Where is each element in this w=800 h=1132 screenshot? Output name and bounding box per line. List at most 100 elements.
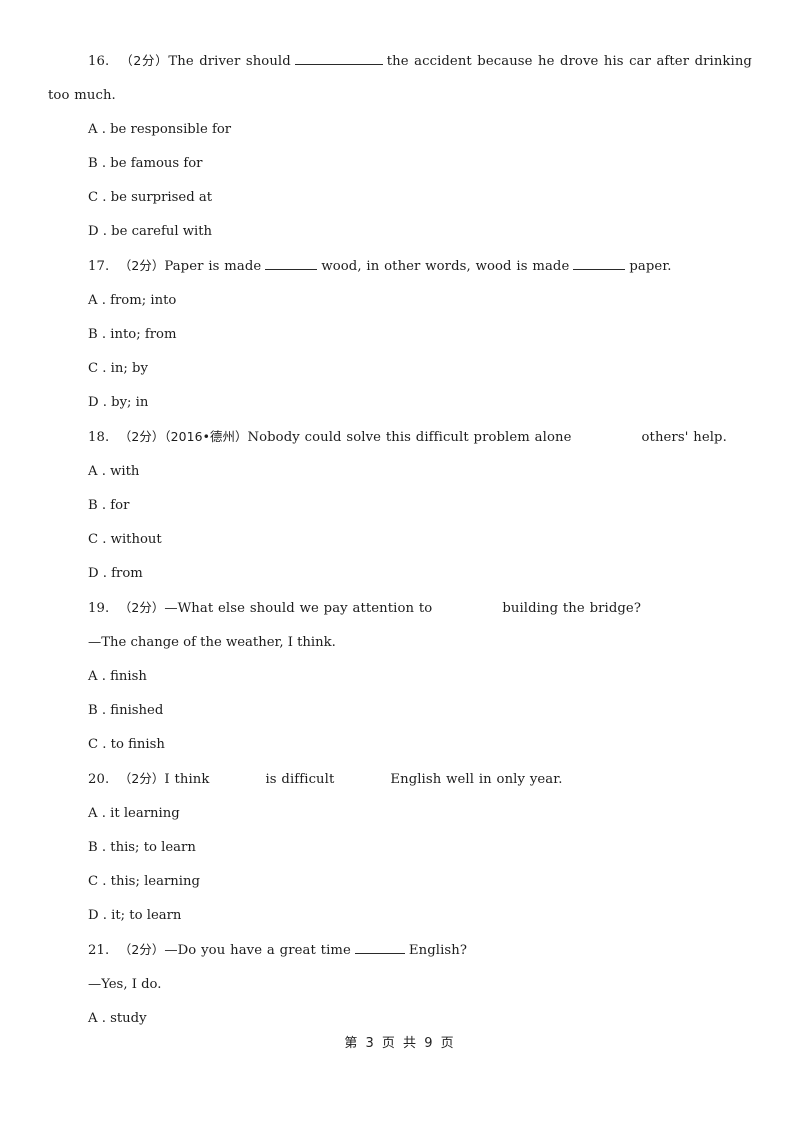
page-footer: 第 3 页 共 9 页 bbox=[344, 1036, 456, 1051]
question-17-blank-2 bbox=[573, 258, 626, 270]
question-18-stem-before: Nobody could solve this difficult proble… bbox=[247, 430, 572, 445]
question-17-number: 17. bbox=[88, 259, 110, 274]
question-20-number: 20. bbox=[88, 772, 110, 787]
option-letter: D bbox=[88, 224, 99, 239]
option-letter: C bbox=[88, 874, 99, 889]
question-21-stem: 21. （2分）—Do you have a great time English… bbox=[48, 933, 752, 968]
question-17-option-d[interactable]: D . by; in bbox=[48, 386, 752, 420]
option-letter: B bbox=[88, 156, 98, 171]
option-text: without bbox=[110, 532, 162, 547]
question-21-stem-after: English? bbox=[408, 943, 468, 958]
question-17: 17. （2分）Paper is made wood, in other word… bbox=[48, 249, 752, 420]
option-text: this; learning bbox=[110, 874, 200, 889]
question-20-stem-part1: I think bbox=[164, 772, 210, 787]
option-text: to finish bbox=[110, 737, 165, 752]
question-17-stem-part3: paper. bbox=[629, 259, 672, 274]
question-18-source: （2016•德州） bbox=[164, 429, 248, 444]
question-20-score: （2分） bbox=[118, 771, 165, 786]
option-text: from; into bbox=[110, 293, 177, 308]
option-text: by; in bbox=[111, 395, 149, 410]
question-19-option-b[interactable]: B . finished bbox=[48, 694, 752, 728]
question-17-blank-1 bbox=[265, 258, 318, 270]
question-20-option-a[interactable]: A . it learning bbox=[48, 797, 752, 831]
option-text: from bbox=[111, 566, 143, 581]
question-19-option-a[interactable]: A . finish bbox=[48, 660, 752, 694]
option-letter: A bbox=[88, 122, 98, 137]
question-18-score: （2分） bbox=[118, 429, 165, 444]
question-20: 20. （2分）I think is difficult English well … bbox=[48, 762, 752, 933]
question-18-option-a[interactable]: A . with bbox=[48, 455, 752, 489]
option-text: be careful with bbox=[111, 224, 213, 239]
question-16: 16. （2分）The driver should the accident be… bbox=[48, 44, 752, 249]
question-21-option-a[interactable]: A . study bbox=[48, 1002, 752, 1036]
question-list: 16. （2分）The driver should the accident be… bbox=[48, 44, 752, 1036]
question-16-stem-before: The driver should bbox=[168, 54, 291, 69]
question-20-option-b[interactable]: B . this; to learn bbox=[48, 831, 752, 865]
question-18-option-d[interactable]: D . from bbox=[48, 557, 752, 591]
question-16-number: 16. bbox=[88, 54, 110, 69]
option-text: study bbox=[110, 1011, 147, 1026]
question-18: 18. （2分）（2016•德州）Nobody could solve this… bbox=[48, 420, 752, 591]
question-18-stem: 18. （2分）（2016•德州）Nobody could solve this… bbox=[48, 420, 752, 455]
question-16-option-d[interactable]: D . be careful with bbox=[48, 215, 752, 249]
question-19-reply: —The change of the weather, I think. bbox=[88, 635, 336, 650]
question-17-option-c[interactable]: C . in; by bbox=[48, 352, 752, 386]
option-text: be responsible for bbox=[110, 122, 232, 137]
question-18-number: 18. bbox=[88, 430, 110, 445]
question-21-number: 21. bbox=[88, 943, 110, 958]
option-letter: A bbox=[88, 806, 98, 821]
question-19-stem-before: —What else should we pay attention to bbox=[164, 601, 433, 616]
option-text: be surprised at bbox=[110, 190, 213, 205]
option-text: for bbox=[110, 498, 130, 513]
question-20-option-d[interactable]: D . it; to learn bbox=[48, 899, 752, 933]
question-20-stem-part3: English well in only year. bbox=[390, 772, 563, 787]
option-letter: C bbox=[88, 737, 99, 752]
question-16-option-c[interactable]: C . be surprised at bbox=[48, 181, 752, 215]
option-text: into; from bbox=[110, 327, 177, 342]
option-letter: A bbox=[88, 669, 98, 684]
question-16-blank bbox=[294, 53, 383, 65]
question-16-option-a[interactable]: A . be responsible for bbox=[48, 113, 752, 147]
option-letter: C bbox=[88, 532, 99, 547]
question-17-score: （2分） bbox=[118, 258, 165, 273]
question-21-blank bbox=[354, 942, 405, 954]
question-18-option-c[interactable]: C . without bbox=[48, 523, 752, 557]
option-text: finished bbox=[110, 703, 164, 718]
option-letter: B bbox=[88, 498, 98, 513]
question-21-reply: —Yes, I do. bbox=[88, 977, 162, 992]
question-19-stem: 19. （2分）—What else should we pay attenti… bbox=[48, 591, 752, 626]
option-letter: B bbox=[88, 703, 98, 718]
question-16-score: （2分） bbox=[120, 53, 169, 68]
question-19: 19. （2分）—What else should we pay attenti… bbox=[48, 591, 752, 762]
question-16-stem: 16. （2分）The driver should the accident be… bbox=[48, 44, 752, 113]
question-17-stem: 17. （2分）Paper is made wood, in other word… bbox=[48, 249, 752, 284]
option-text: in; by bbox=[110, 361, 148, 376]
question-18-option-b[interactable]: B . for bbox=[48, 489, 752, 523]
question-17-option-a[interactable]: A . from; into bbox=[48, 284, 752, 318]
option-text: it; to learn bbox=[111, 908, 182, 923]
question-20-stem: 20. （2分）I think is difficult English well … bbox=[48, 762, 752, 797]
option-letter: D bbox=[88, 908, 99, 923]
option-text: this; to learn bbox=[110, 840, 196, 855]
exam-page: 16. （2分）The driver should the accident be… bbox=[0, 0, 800, 1132]
question-19-score: （2分） bbox=[118, 600, 165, 615]
question-21: 21. （2分）—Do you have a great time English… bbox=[48, 933, 752, 1036]
option-letter: B bbox=[88, 327, 98, 342]
option-letter: D bbox=[88, 395, 99, 410]
option-letter: C bbox=[88, 190, 99, 205]
option-text: with bbox=[110, 464, 140, 479]
option-letter: B bbox=[88, 840, 98, 855]
question-21-score: （2分） bbox=[118, 942, 165, 957]
question-20-option-c[interactable]: C . this; learning bbox=[48, 865, 752, 899]
option-text: it learning bbox=[110, 806, 180, 821]
question-19-option-c[interactable]: C . to finish bbox=[48, 728, 752, 762]
question-16-option-b[interactable]: B . be famous for bbox=[48, 147, 752, 181]
question-17-stem-part1: Paper is made bbox=[164, 259, 262, 274]
question-21-stem-before: —Do you have a great time bbox=[164, 943, 351, 958]
option-letter: C bbox=[88, 361, 99, 376]
question-17-option-b[interactable]: B . into; from bbox=[48, 318, 752, 352]
option-letter: A bbox=[88, 464, 98, 479]
option-letter: A bbox=[88, 293, 98, 308]
option-letter: D bbox=[88, 566, 99, 581]
option-text: be famous for bbox=[110, 156, 203, 171]
